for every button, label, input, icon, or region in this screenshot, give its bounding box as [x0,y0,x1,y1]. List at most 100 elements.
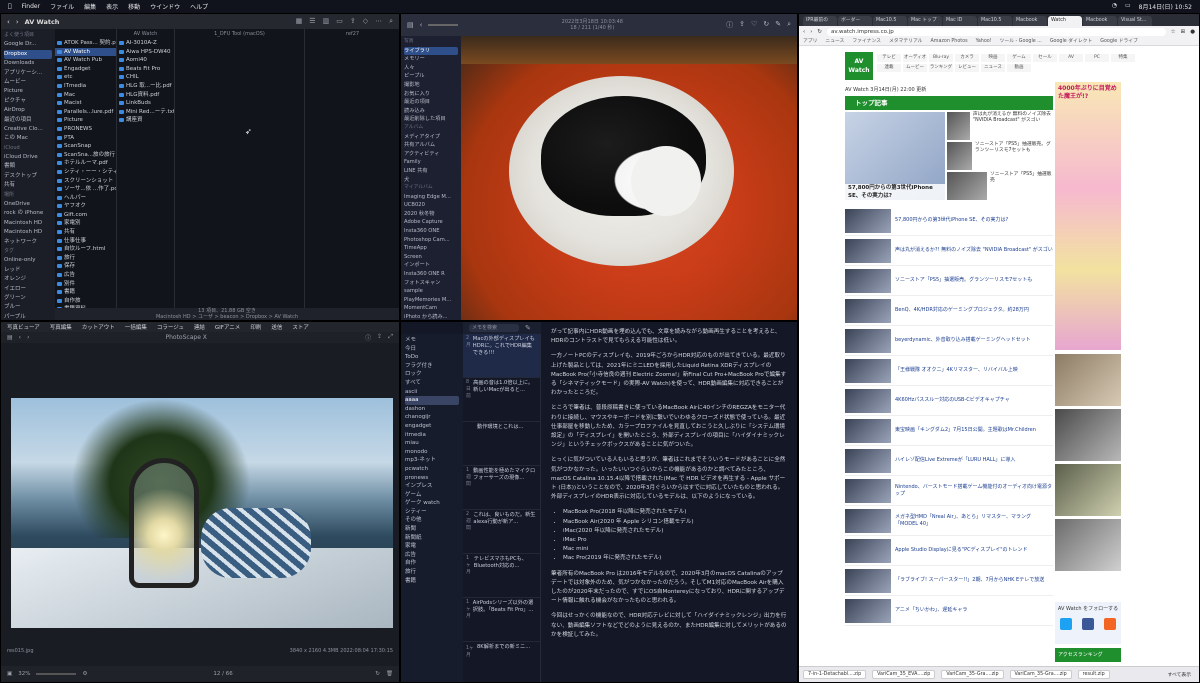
sidebar-item[interactable]: Dropbox [4,49,52,60]
sidebar-item[interactable]: rock の iPhone [4,209,52,218]
folder-item[interactable]: ToDo [405,353,459,362]
article-row[interactable]: 声は丸が消えるか?! 無料のノイズ除去 "NVIDIA Broadcast" が… [845,236,1053,266]
nav-item[interactable]: ランキング [929,64,953,72]
sidebar-item[interactable]: ピクチャ [4,97,52,106]
folder-item[interactable]: pcwatch [405,465,459,474]
download-item[interactable]: VariCam_35_EVA....zip [872,670,936,679]
battery-icon[interactable]: ▭ [1125,2,1131,11]
file-row[interactable]: AI-3010A-Z [117,39,174,48]
featured-article[interactable]: ソニーストア「PS5」抽選販売。グランツーリスモ7セットも [947,142,1053,171]
file-row[interactable]: Aiwa HPS-DW40 [117,48,174,57]
back-arrow-icon[interactable]: ‹ [803,29,805,35]
nav-item[interactable]: セール [1033,54,1057,62]
nav-item[interactable]: カメラ [955,54,979,62]
article-row[interactable]: Nintendo、バーストモード搭載ゲーム機能付のオーディオ向け電源タップ [845,476,1053,506]
file-row[interactable]: 自作旅 [55,297,116,306]
sidebar-item[interactable]: MomentCam [404,304,458,313]
sidebar-item[interactable]: 共有アルバム [404,141,458,150]
bookmark-item[interactable]: Amazon Photos [930,37,967,45]
sidebar-item[interactable]: OneDrive [4,200,52,209]
sidebar-item[interactable]: Imaging Edge M... [404,193,458,202]
viewer-tab[interactable]: 写真編集 [50,323,72,331]
zoom-slider[interactable] [36,673,77,675]
sidebar-item[interactable]: グリーン [4,294,52,303]
sidebar-item[interactable]: ブルー [4,303,52,312]
viewer-tab[interactable]: 送信 [271,323,282,331]
sidebar-item[interactable]: Picture [4,87,52,96]
heart-icon[interactable]: ♡ [751,20,757,30]
sidebar-item[interactable]: UCB020 [404,201,458,210]
sidebar-item[interactable]: 最近の項目 [4,116,52,125]
file-row[interactable]: 保存 [55,262,116,271]
info-icon[interactable]: ⓘ [726,20,733,30]
viewer-tab[interactable]: GIFアニメ [215,323,240,331]
article-row[interactable]: 東宝映画「キングダム2」7月15日公開。主題歌はMr.Children [845,416,1053,446]
folder-item[interactable]: ロック [405,370,459,379]
file-row[interactable]: ヤフオク [55,202,116,211]
rotate-icon[interactable]: ↻ [375,671,380,677]
sidebar-thumbnail[interactable] [1055,464,1121,516]
sidebar-item[interactable]: Insta360 ONE R [404,270,458,279]
folder-item[interactable]: 旅行 [405,568,459,577]
hero-article[interactable]: 57,800円からの第3世代iPhone SE、その実力は? [845,112,945,200]
bookmark-item[interactable]: Yahoo! [976,37,992,45]
menu-item-file[interactable]: ファイル [50,2,74,11]
star-icon[interactable]: ☆ [1171,29,1176,35]
sidebar-item[interactable]: 書類 [4,162,52,171]
sidebar-item[interactable]: Adobe Capture [404,218,458,227]
folder-item[interactable]: miau [405,439,459,448]
site-logo[interactable]: AV Watch [845,52,873,80]
info-icon[interactable]: ⓘ [365,333,371,342]
sidebar-item[interactable]: Macintosh HD [4,228,52,237]
sidebar-item[interactable]: AirDrop [4,106,52,115]
gallery-view-icon[interactable]: ▭ [336,17,343,26]
sidebar-item[interactable]: PlayMemories M... [404,296,458,305]
file-row[interactable]: Beats Fit Pro [117,65,174,74]
menu-item-view[interactable]: 表示 [106,2,118,11]
browser-tab[interactable]: Mac ID [943,16,977,26]
file-row[interactable]: ヘルパー [55,194,116,203]
trash-icon[interactable]: 🗑 [386,671,393,677]
folder-item[interactable]: pronews [405,474,459,483]
file-row[interactable]: 講座資 [117,116,174,125]
file-row[interactable]: シティ・ーー・シティ [55,168,116,177]
file-row[interactable]: AV Watch Pub [55,56,116,65]
browser-tab[interactable]: Visual St... [1118,16,1152,26]
sidebar-thumbnail[interactable] [1055,519,1121,571]
sidebar-item[interactable]: ネットワーク [4,238,52,247]
notes-search-input[interactable]: メモを検索 [469,324,519,332]
sidebar-toggle-icon[interactable]: ▤ [7,334,13,341]
file-row[interactable]: Engadget [55,65,116,74]
folder-item[interactable]: 今日 [405,345,459,354]
article-row[interactable]: 「王様戦隊 オオクニ」4Kリマスター、リバイバル上映 [845,356,1053,386]
sidebar-item[interactable]: Macintosh HD [4,219,52,228]
sidebar-item[interactable]: LINE 共有 [404,167,458,176]
menu-app-name[interactable]: Finder [22,3,40,10]
article-row[interactable]: 4K60Hzパススルー対応のUSB-Cビデオキャプチャ [845,386,1053,416]
menu-item-edit[interactable]: 編集 [84,2,96,11]
sidebar-item[interactable]: メモリー [404,55,458,64]
folder-item[interactable]: engadget [405,422,459,431]
article-row[interactable]: アニメ「ちいかわ」、遅延キャラ [845,596,1053,626]
folder-item[interactable]: mp3-ネット [405,456,459,465]
bookmark-item[interactable]: ツール - Google ... [1000,37,1042,45]
sidebar-item[interactable]: アクティビティ [404,150,458,159]
sidebar-item[interactable]: 共有 [4,181,52,190]
sidebar-item[interactable]: フォトスキャン [404,279,458,288]
file-row[interactable]: スクリーンショット [55,177,116,186]
twitter-icon[interactable] [1060,618,1072,630]
article-row[interactable]: メガネ型HMD「Nreal Air」、あとら」リマスター、マラング「MODEL … [845,506,1053,536]
nav-item[interactable]: オーディオ [903,54,927,62]
nav-item[interactable]: 連載 [877,64,901,72]
file-row[interactable]: ITmedia [55,82,116,91]
sidebar-item[interactable]: iPhoto から読み... [404,313,458,320]
sidebar-item[interactable]: メディアタイプ [404,133,458,142]
viewer-tab[interactable]: カットアウト [82,323,115,331]
file-row[interactable]: LinkBuds [117,99,174,108]
sidebar-item[interactable]: Family [404,158,458,167]
forward-arrow-icon[interactable]: › [16,18,19,26]
folder-item[interactable]: ゲーム [405,491,459,500]
back-arrow-icon[interactable]: ‹ [19,334,21,341]
menubar-clock[interactable]: 8月14日(日) 10:52 [1139,2,1192,11]
note-list-item[interactable]: 8日前 高画の音は1.0倍以上に。新しいMacが出ると... [463,378,540,422]
